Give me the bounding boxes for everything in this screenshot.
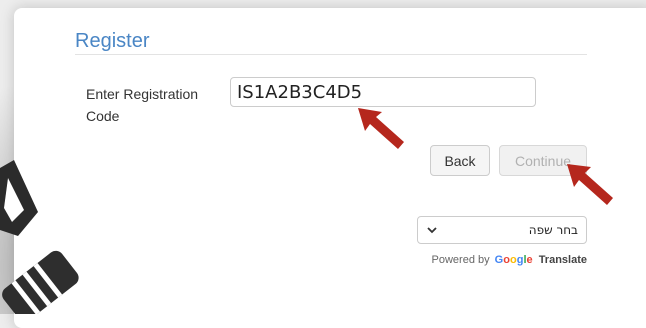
decorative-figure [0,160,79,314]
annotation-arrow-input [358,108,404,149]
annotation-arrow-continue [567,164,613,205]
